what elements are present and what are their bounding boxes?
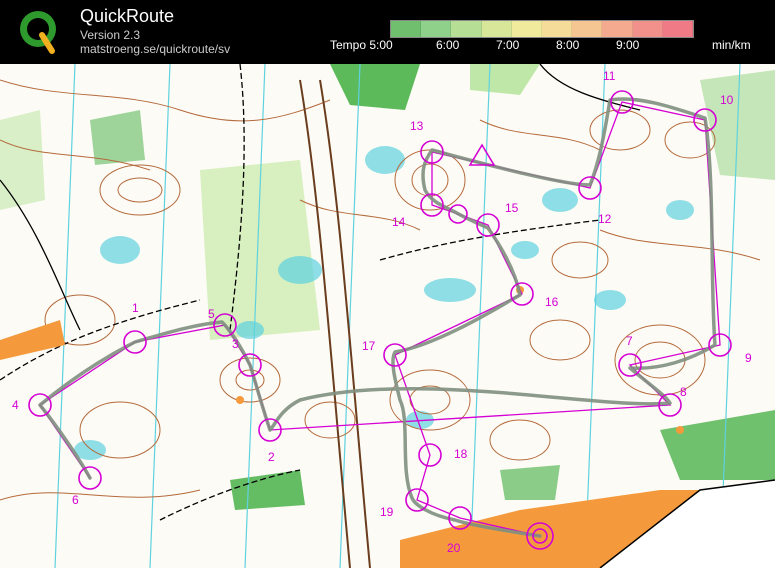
control-number-7: 7 bbox=[626, 334, 633, 348]
tempo-color-cell-2 bbox=[451, 21, 482, 37]
tempo-color-cell-8 bbox=[632, 21, 663, 37]
control-number-5: 5 bbox=[208, 307, 215, 321]
control-number-13: 13 bbox=[410, 119, 424, 133]
tempo-color-cell-1 bbox=[421, 21, 452, 37]
tempo-color-cell-5 bbox=[542, 21, 573, 37]
control-number-4: 4 bbox=[12, 398, 19, 412]
control-number-11: 11 bbox=[603, 69, 616, 83]
app-url[interactable]: matstroeng.se/quickroute/sv bbox=[80, 42, 230, 56]
control-number-10: 10 bbox=[720, 93, 734, 107]
control-number-16: 16 bbox=[545, 295, 559, 309]
control-number-18: 18 bbox=[454, 447, 468, 461]
tempo-color-cell-7 bbox=[602, 21, 633, 37]
control-number-6: 6 bbox=[72, 493, 79, 507]
header-bar: QuickRoute Version 2.3 matstroeng.se/qui… bbox=[0, 0, 775, 64]
control-number-9: 9 bbox=[745, 351, 752, 365]
tempo-color-scale bbox=[390, 20, 694, 38]
tempo-unit: min/km bbox=[712, 38, 751, 52]
quickroute-logo-icon bbox=[20, 11, 56, 54]
tempo-label: Tempo 5:00 bbox=[330, 38, 393, 52]
tempo-tick-1: 6:00 bbox=[436, 38, 460, 52]
control-number-20: 20 bbox=[447, 541, 461, 555]
control-number-14: 14 bbox=[392, 215, 406, 229]
tempo-color-cell-4 bbox=[511, 21, 543, 37]
control-number-17: 17 bbox=[362, 339, 376, 353]
control-number-12: 12 bbox=[598, 212, 612, 226]
app-version: Version 2.3 bbox=[80, 28, 141, 42]
control-number-2: 2 bbox=[268, 450, 275, 464]
tempo-color-cell-6 bbox=[572, 21, 603, 37]
control-number-1: 1 bbox=[132, 301, 139, 315]
control-number-3: 3 bbox=[232, 337, 239, 351]
tempo-tick-2: 7:00 bbox=[496, 38, 520, 52]
control-number-8: 8 bbox=[680, 385, 687, 399]
control-number-19: 19 bbox=[380, 505, 394, 519]
tempo-color-cell-3 bbox=[481, 21, 512, 37]
tempo-tick-4: 9:00 bbox=[616, 38, 640, 52]
app-title: QuickRoute bbox=[80, 6, 175, 26]
orienteering-map[interactable]: 1 2 3 4 5 6 7 8 9 10 11 12 13 14 15 16 1… bbox=[0, 64, 775, 568]
tempo-tick-0: 5:00 bbox=[369, 38, 393, 52]
tempo-tick-3: 8:00 bbox=[556, 38, 580, 52]
tempo-color-cell-9 bbox=[662, 21, 693, 37]
tempo-color-cell-0 bbox=[391, 21, 422, 37]
tempo-prefix: Tempo bbox=[330, 38, 367, 52]
control-number-15: 15 bbox=[505, 201, 519, 215]
map-canvas[interactable]: 1 2 3 4 5 6 7 8 9 10 11 12 13 14 15 16 1… bbox=[0, 64, 775, 568]
